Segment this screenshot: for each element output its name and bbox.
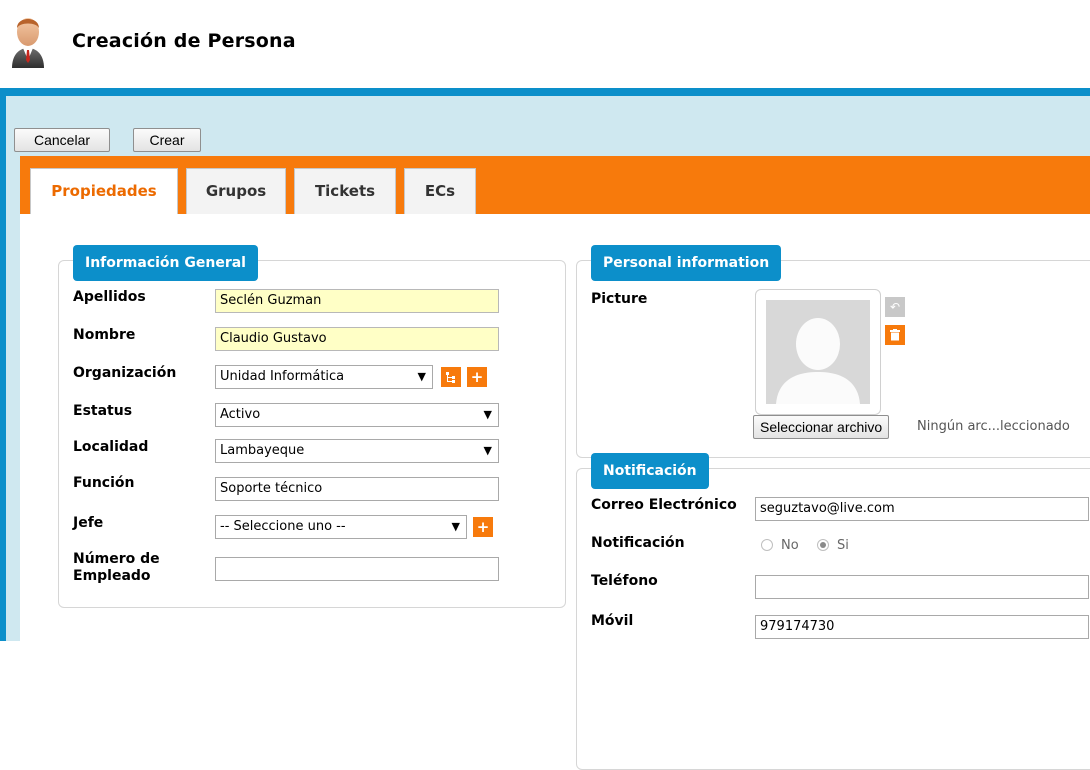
notification-panel: Notificación Correo Electrónico seguztav…	[576, 453, 1090, 770]
person-icon	[12, 18, 44, 68]
telefono-label: Teléfono	[591, 573, 658, 589]
notif-no-radio[interactable]	[761, 539, 773, 551]
undo-picture-button[interactable]: ↶	[885, 297, 905, 317]
chevron-down-icon: ▼	[417, 370, 426, 383]
numero-empleado-label-line1: Número de	[73, 551, 160, 567]
notif-si-label: Si	[837, 538, 849, 553]
picture-label: Picture	[591, 291, 648, 307]
numero-empleado-input[interactable]	[215, 557, 499, 581]
tab-tickets[interactable]: Tickets	[294, 168, 396, 214]
email-input[interactable]: seguztavo@live.com	[755, 497, 1089, 521]
estatus-label: Estatus	[73, 403, 133, 419]
chevron-down-icon: ▼	[483, 408, 492, 421]
general-info-legend: Información General	[73, 245, 258, 281]
movil-label: Móvil	[591, 613, 634, 629]
add-organizacion-button[interactable]: +	[467, 367, 487, 387]
notificacion-label: Notificación	[591, 535, 685, 551]
nombre-input[interactable]: Claudio Gustavo	[215, 327, 499, 351]
notification-legend: Notificación	[591, 453, 709, 489]
notif-no-label: No	[781, 538, 799, 553]
apellidos-input[interactable]: Seclén Guzman	[215, 289, 499, 313]
page-header: Creación de Persona	[0, 0, 1090, 88]
picture-frame	[755, 289, 881, 415]
localidad-value: Lambayeque	[220, 443, 305, 458]
jefe-label: Jefe	[73, 515, 104, 531]
jefe-value: -- Seleccione uno --	[220, 519, 346, 534]
nombre-label: Nombre	[73, 327, 136, 343]
file-status-text: Ningún arc...leccionado	[917, 419, 1070, 434]
main-frame: Cancelar Crear Propiedades Grupos Ticket…	[0, 88, 1090, 770]
funcion-label: Función	[73, 475, 135, 491]
create-button[interactable]: Crear	[133, 128, 201, 152]
personal-info-legend: Personal information	[591, 245, 782, 281]
jefe-select[interactable]: -- Seleccione uno -- ▼	[215, 515, 467, 539]
localidad-select[interactable]: Lambayeque ▼	[215, 439, 499, 463]
general-info-panel: Información General Apellidos Seclén Guz…	[58, 245, 566, 608]
form-container: Cancelar Crear Propiedades Grupos Ticket…	[6, 96, 1090, 770]
chevron-down-icon: ▼	[451, 520, 460, 533]
cancel-button[interactable]: Cancelar	[14, 128, 110, 152]
movil-input[interactable]: 979174730	[755, 615, 1089, 639]
estatus-select[interactable]: Activo ▼	[215, 403, 499, 427]
tree-icon	[446, 372, 455, 383]
select-file-button[interactable]: Seleccionar archivo	[753, 415, 890, 439]
personal-info-panel: Personal information Picture ↶ Seleccion…	[576, 245, 1090, 458]
localidad-label: Localidad	[73, 439, 149, 455]
numero-empleado-label: Número de Empleado	[73, 551, 160, 585]
default-avatar-icon	[776, 318, 860, 404]
tab-content: Información General Apellidos Seclén Guz…	[20, 214, 1090, 770]
organizacion-select[interactable]: Unidad Informática ▼	[215, 365, 433, 389]
tab-grupos[interactable]: Grupos	[186, 168, 286, 214]
undo-icon: ↶	[889, 300, 901, 314]
tab-ecs[interactable]: ECs	[404, 168, 476, 214]
telefono-input[interactable]	[755, 575, 1089, 599]
tab-bar: Propiedades Grupos Tickets ECs	[20, 156, 1090, 215]
chevron-down-icon: ▼	[483, 444, 492, 457]
trash-icon	[890, 329, 900, 341]
notif-si-radio[interactable]	[817, 539, 829, 551]
organizacion-value: Unidad Informática	[220, 369, 345, 384]
delete-picture-button[interactable]	[885, 325, 905, 345]
email-label: Correo Electrónico	[591, 497, 737, 513]
organizacion-label: Organización	[73, 365, 177, 381]
tab-propiedades[interactable]: Propiedades	[30, 168, 178, 215]
numero-empleado-label-line2: Empleado	[73, 568, 151, 584]
page-title: Creación de Persona	[72, 30, 296, 52]
org-tree-button[interactable]	[441, 367, 461, 387]
picture-placeholder	[766, 300, 870, 404]
funcion-input[interactable]: Soporte técnico	[215, 477, 499, 501]
add-jefe-button[interactable]: +	[473, 517, 493, 537]
estatus-value: Activo	[220, 407, 261, 422]
apellidos-label: Apellidos	[73, 289, 146, 305]
